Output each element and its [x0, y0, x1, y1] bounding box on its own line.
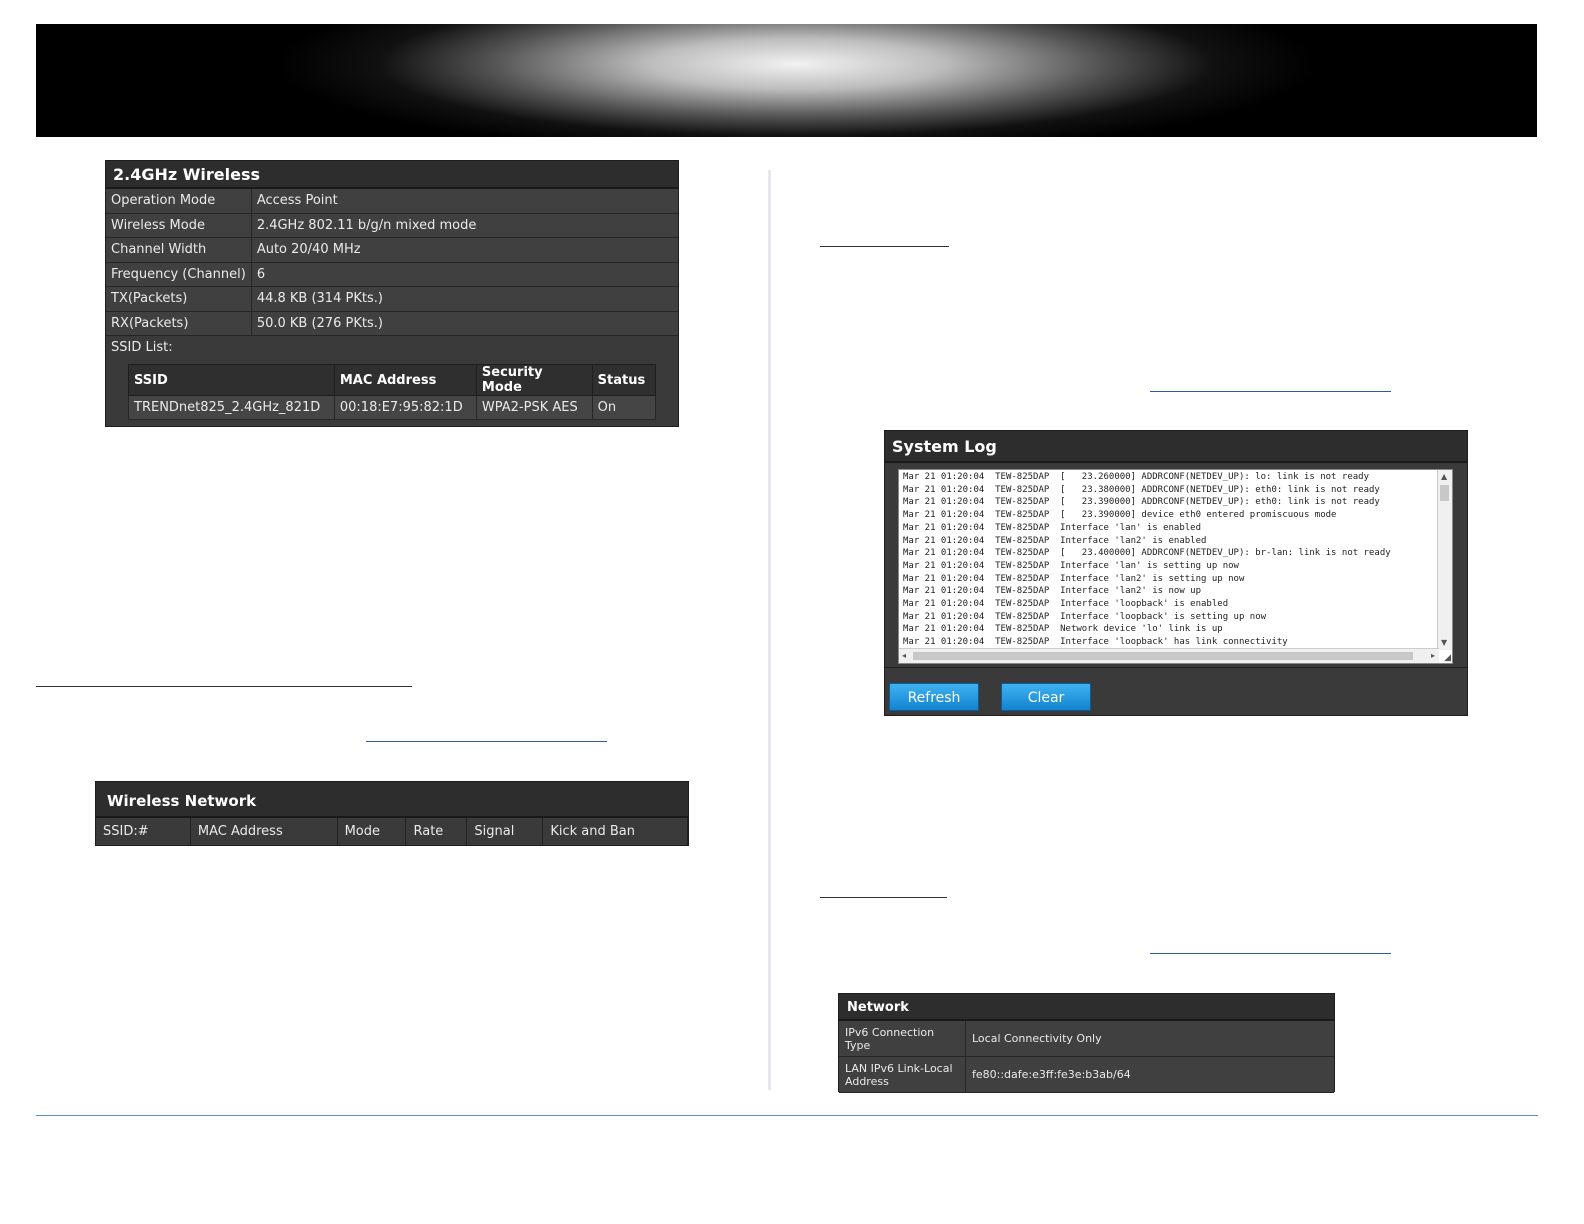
wireless-info-table: Operation Mode Access Point Wireless Mode 2… — [106, 189, 678, 336]
info-value: 44.8 KB (314 PKts.) — [251, 286, 678, 312]
log-line: Mar 21 01:20:04 TEW-825DAP Interface 'la… — [903, 560, 1239, 571]
header-banner — [36, 24, 1537, 137]
scroll-right-icon[interactable]: ▸ — [1431, 651, 1435, 661]
vertical-scrollbar[interactable]: ▲ ▼ — [1437, 470, 1452, 650]
ssid-column-header: Security Mode — [475, 364, 593, 396]
heading-underline — [36, 686, 412, 687]
resize-grip-icon[interactable]: ◢ — [1444, 653, 1451, 663]
ssid-cell: 00:18:E7:95:82:1D — [333, 395, 477, 420]
info-value: Access Point — [251, 189, 678, 214]
log-line: Mar 21 01:20:04 TEW-825DAP Interface 'la… — [903, 573, 1245, 584]
log-lines: Mar 21 01:20:04 TEW-825DAP [ 23.260000] … — [903, 471, 1437, 649]
heading-underline — [820, 246, 949, 247]
info-row: TX(Packets) 44.8 KB (314 PKts.) — [106, 286, 678, 312]
heading-underline — [820, 897, 947, 898]
info-label: IPv6 Connection Type — [839, 1021, 966, 1057]
network-info-table: IPv6 Connection Type Local Connectivity O… — [839, 1021, 1334, 1093]
column-header: Signal — [466, 818, 544, 845]
log-line: Mar 21 01:20:04 TEW-825DAP [ 23.400000] … — [903, 548, 1391, 559]
log-line: Mar 21 01:20:04 TEW-825DAP Interface 'la… — [903, 586, 1202, 597]
info-value: 2.4GHz 802.11 b/g/n mixed mode — [251, 213, 678, 238]
ssid-column-header: Status — [591, 364, 657, 396]
wireless-24ghz-panel: 2.4GHz Wireless Operation Mode Access Poi… — [105, 160, 679, 427]
system-log-panel: System Log Mar 21 01:20:04 TEW-825DAP [ … — [884, 430, 1468, 716]
info-value: fe80::dafe:e3ff:fe3e:b3ab/64 — [965, 1056, 1334, 1093]
info-row: IPv6 Connection Type Local Connectivity O… — [839, 1021, 1334, 1057]
scroll-left-icon[interactable]: ◂ — [902, 651, 906, 661]
ssid-cell: WPA2-PSK AES — [475, 395, 593, 420]
wireless-network-panel: Wireless Network SSID:# MAC Address Mode Ra… — [95, 781, 689, 846]
refresh-button[interactable]: Refresh — [889, 683, 979, 711]
info-label: RX(Packets) — [106, 311, 252, 336]
info-row: Wireless Mode 2.4GHz 802.11 b/g/n mixed m… — [106, 213, 678, 238]
table-row: TRENDnet825_2.4GHz_821D 00:18:E7:95:82:1D… — [128, 395, 657, 420]
ssid-cell: TRENDnet825_2.4GHz_821D — [128, 395, 335, 420]
scroll-down-icon[interactable]: ▼ — [1441, 638, 1447, 648]
log-line: Mar 21 01:20:04 TEW-825DAP Network devic… — [903, 624, 1223, 635]
panel-title: Network — [839, 994, 1334, 1021]
log-line: Mar 21 01:20:04 TEW-825DAP Interface 'la… — [903, 522, 1202, 533]
info-label: Frequency (Channel) — [106, 262, 252, 287]
divider — [885, 667, 1467, 668]
info-value: Auto 20/40 MHz — [251, 237, 678, 263]
log-line: Mar 21 01:20:04 TEW-825DAP [ 23.390000] … — [903, 497, 1380, 508]
clear-button[interactable]: Clear — [1001, 683, 1091, 711]
log-line: Mar 21 01:20:04 TEW-825DAP [ 23.260000] … — [903, 472, 1369, 482]
info-row: LAN IPv6 Link-Local Address fe80::dafe:e3… — [839, 1056, 1334, 1093]
scroll-up-icon[interactable]: ▲ — [1441, 472, 1447, 482]
info-row: RX(Packets) 50.0 KB (276 PKts.) — [106, 311, 678, 336]
column-divider — [768, 170, 771, 1090]
scroll-thumb[interactable] — [913, 652, 1413, 660]
log-line: Mar 21 01:20:04 TEW-825DAP [ 23.390000] … — [903, 510, 1337, 521]
panel-title: 2.4GHz Wireless — [106, 161, 678, 189]
client-table: SSID:# MAC Address Mode Rate Signal Kick and … — [96, 818, 688, 845]
info-label: Operation Mode — [106, 189, 252, 214]
column-header: Mode — [337, 818, 407, 845]
info-row: Frequency (Channel) 6 — [106, 262, 678, 287]
ssid-table: SSID MAC Address Security Mode Status TREND… — [128, 364, 657, 420]
link-underline[interactable] — [366, 741, 607, 742]
info-row: Channel Width Auto 20/40 MHz — [106, 237, 678, 263]
log-line: Mar 21 01:20:04 TEW-825DAP Interface 'la… — [903, 535, 1207, 546]
ssid-list-label: SSID List: — [111, 340, 173, 355]
panel-title: Wireless Network — [96, 782, 688, 818]
log-line: Mar 21 01:20:04 TEW-825DAP [ 23.380000] … — [903, 484, 1380, 495]
column-header: Rate — [405, 818, 468, 845]
info-value: 50.0 KB (276 PKts.) — [251, 311, 678, 336]
ssid-cell: On — [591, 395, 657, 420]
footer-rule — [36, 1115, 1538, 1116]
scroll-thumb[interactable] — [1440, 485, 1449, 501]
link-underline[interactable] — [1150, 391, 1391, 392]
info-label: Wireless Mode — [106, 213, 252, 238]
network-panel: Network IPv6 Connection Type Local Connec… — [838, 993, 1335, 1093]
info-value: Local Connectivity Only — [965, 1021, 1334, 1057]
info-row: Operation Mode Access Point — [106, 189, 678, 214]
log-line: Mar 21 01:20:04 TEW-825DAP Interface 'lo… — [903, 599, 1229, 610]
ssid-column-header: MAC Address — [333, 364, 477, 396]
column-header: MAC Address — [190, 818, 338, 845]
ssid-column-header: SSID — [128, 364, 335, 396]
panel-title: System Log — [885, 431, 1467, 463]
log-line: Mar 21 01:20:04 TEW-825DAP Interface 'lo… — [903, 637, 1288, 648]
column-header: Kick and Ban — [542, 818, 688, 845]
horizontal-scrollbar[interactable]: ◂ ▸ — [899, 648, 1439, 663]
link-underline[interactable] — [1150, 953, 1391, 954]
log-line: Mar 21 01:20:04 TEW-825DAP Interface 'lo… — [903, 611, 1267, 622]
info-value: 6 — [251, 262, 678, 287]
log-textarea[interactable]: Mar 21 01:20:04 TEW-825DAP [ 23.260000] … — [898, 469, 1453, 664]
info-label: TX(Packets) — [106, 286, 252, 312]
column-header: SSID:# — [96, 818, 191, 845]
info-label: LAN IPv6 Link-Local Address — [839, 1056, 966, 1093]
info-label: Channel Width — [106, 237, 252, 263]
